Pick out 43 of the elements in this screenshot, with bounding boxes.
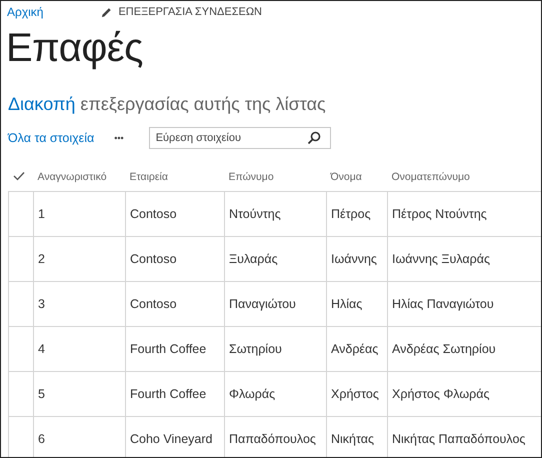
table-cell: Πέτρος: [326, 192, 388, 236]
table-cell: Contoso: [126, 236, 224, 282]
table-cell: Contoso: [126, 282, 224, 326]
table-cell: Ξυλαράς: [224, 236, 326, 282]
table-cell: 2: [34, 236, 126, 282]
more-options-button[interactable]: •••: [114, 133, 124, 143]
row-select-cell[interactable]: [8, 326, 34, 372]
row-select-cell[interactable]: [8, 282, 34, 326]
table-cell: 3: [34, 282, 126, 326]
table-cell: Χρήστος: [326, 372, 388, 416]
table-cell: Σωτηρίου: [224, 326, 326, 372]
row-select-cell[interactable]: [8, 192, 34, 236]
page-title: Επαφές: [6, 25, 144, 72]
column-header[interactable]: Ονοματεπώνυμο: [388, 163, 541, 192]
table-cell: Ηλίας: [326, 282, 388, 326]
home-link[interactable]: Αρχική: [7, 5, 44, 19]
table-cell: Φλωράς: [224, 372, 326, 416]
row-select-cell[interactable]: [8, 236, 34, 282]
column-header[interactable]: Εταιρεία: [126, 163, 224, 192]
table-cell: Παναγιώτου: [224, 282, 326, 326]
select-all-check-icon[interactable]: [12, 170, 24, 180]
table-cell: Πέτρος Ντούντης: [388, 192, 541, 236]
view-selector[interactable]: Όλα τα στοιχεία: [8, 131, 94, 145]
table-cell: Fourth Coffee: [126, 372, 224, 416]
column-header[interactable]: Αναγνωριστικό: [34, 163, 126, 192]
column-header[interactable]: Επώνυμο: [224, 163, 326, 192]
table-cell: Ιωάννης: [326, 236, 388, 282]
table-cell: Fourth Coffee: [126, 326, 224, 372]
table-cell: Ανδρέας: [326, 326, 388, 372]
edit-mode-message: Διακοπή επεξεργασίας αυτής της λίστας: [8, 94, 326, 115]
table-cell: 5: [34, 372, 126, 416]
pencil-icon: [101, 6, 112, 18]
edit-links-button[interactable]: ΕΠΕΞΕΡΓΑΣΙΑ ΣΥΝΔΕΣΕΩΝ: [101, 6, 262, 18]
search-icon: [306, 131, 321, 145]
row-select-cell[interactable]: [8, 372, 34, 416]
table-cell: 1: [34, 192, 126, 236]
row-select-cell[interactable]: [8, 416, 34, 457]
table-cell: Contoso: [126, 192, 224, 236]
search-field[interactable]: Εύρεση στοιχείου: [148, 127, 331, 149]
column-header[interactable]: Όνομα: [326, 163, 388, 192]
table-cell: 4: [34, 326, 126, 372]
stop-editing-link[interactable]: Διακοπή: [8, 94, 76, 114]
table-cell: Ντούντης: [224, 192, 326, 236]
